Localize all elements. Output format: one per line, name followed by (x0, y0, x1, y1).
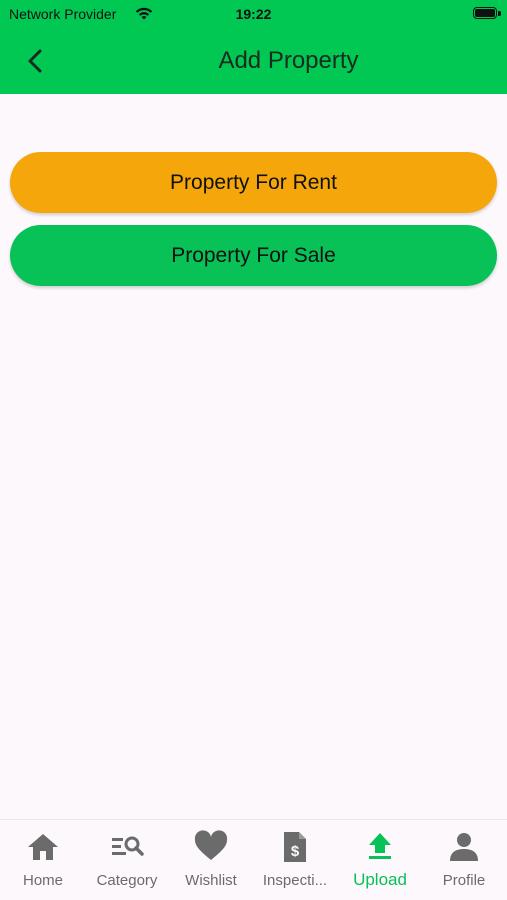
nav-label-home: Home (22, 872, 63, 889)
upload-icon (369, 833, 391, 859)
category-search-icon (112, 836, 144, 856)
property-for-rent-label: Property For Rent (170, 170, 337, 194)
app-bar: Add Property (0, 28, 507, 94)
property-for-rent-button[interactable]: Property For Rent (10, 152, 497, 213)
nav-label-upload: Upload (353, 870, 407, 889)
nav-item-profile[interactable]: Profile (422, 820, 506, 900)
battery-icon (473, 7, 497, 19)
nav-label-wishlist: Wishlist (185, 872, 237, 889)
nav-item-upload[interactable]: Upload (338, 820, 422, 900)
property-for-sale-label: Property For Sale (171, 243, 336, 267)
battery-tip (498, 11, 501, 16)
back-chevron-icon[interactable] (20, 44, 54, 78)
nav-item-category[interactable]: Category (85, 820, 169, 900)
property-for-sale-button[interactable]: Property For Sale (10, 225, 497, 286)
page-title: Add Property (218, 47, 359, 74)
status-bar: Network Provider 19:22 (0, 0, 507, 28)
nav-label-inspection: Inspecti... (262, 872, 328, 889)
home-icon (28, 834, 58, 860)
nav-item-home[interactable]: Home (1, 820, 85, 900)
clock: 19:22 (235, 6, 272, 22)
nav-item-inspection[interactable]: $ Inspecti... (253, 820, 337, 900)
bottom-navigation: Home Category Wishlist $ Inspecti... Upl… (0, 819, 507, 900)
nav-label-profile: Profile (442, 872, 486, 889)
person-icon (450, 833, 478, 861)
document-dollar-icon: $ (284, 832, 306, 862)
nav-item-wishlist[interactable]: Wishlist (169, 820, 253, 900)
svg-text:$: $ (291, 843, 300, 860)
heart-icon (194, 830, 228, 860)
nav-label-category: Category (96, 872, 158, 889)
